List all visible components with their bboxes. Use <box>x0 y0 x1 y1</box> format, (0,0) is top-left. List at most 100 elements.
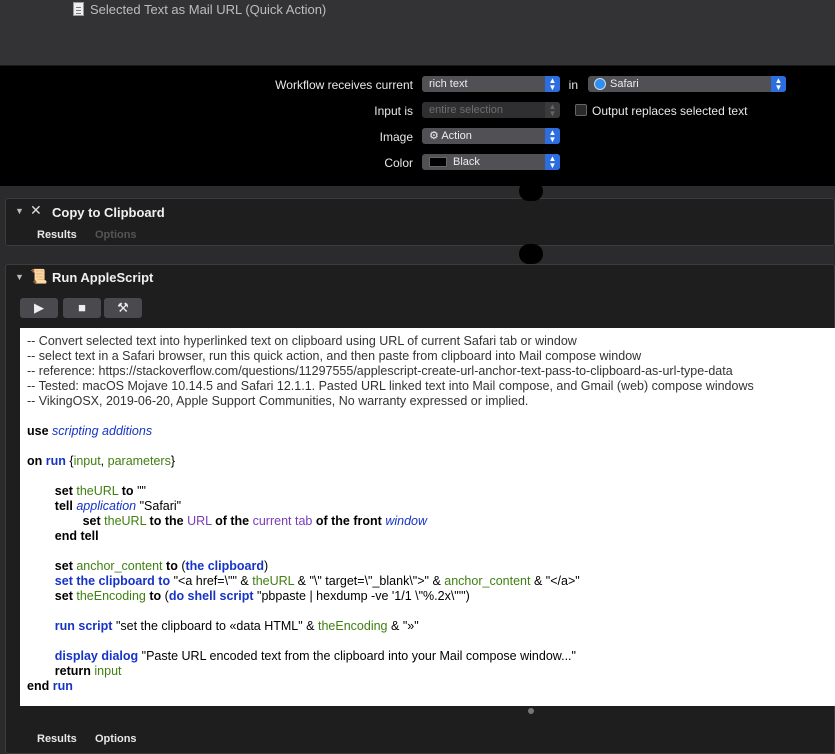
code-property: URL <box>187 514 212 528</box>
tab-options[interactable]: Options <box>95 229 137 241</box>
code-keyword: set <box>54 559 73 573</box>
code-variable: theEncoding <box>318 619 388 633</box>
code-keyword: tell <box>54 499 73 513</box>
code-string: "</a>" <box>545 574 580 588</box>
color-swatch <box>429 157 447 168</box>
code-variable: theURL <box>104 514 147 528</box>
receives-label: Workflow receives current <box>275 78 413 92</box>
popup-arrows-icon: ▲ ▼ <box>545 154 560 170</box>
code-variable: theEncoding <box>76 589 146 603</box>
code-term: scripting additions <box>52 424 153 438</box>
code-string: "set the clipboard to «data HTML" <box>115 619 303 633</box>
action-name: Copy to Clipboard <box>52 205 165 220</box>
popup-arrows-icon: ▲ ▼ <box>545 128 560 144</box>
code-operator: & <box>306 619 315 633</box>
code-variable: input <box>73 454 101 468</box>
color-value: Black <box>453 156 480 168</box>
popup-arrows-icon: ▲ ▼ <box>545 76 560 92</box>
gear-icon: ⚙ <box>429 130 442 142</box>
code-variable: theURL <box>252 574 295 588</box>
splitter-handle[interactable] <box>528 708 534 714</box>
code-comment: -- reference: https://stackoverflow.com/… <box>27 364 733 378</box>
image-value: Action <box>441 130 472 142</box>
code-keyword: end <box>54 529 78 543</box>
code-term: application <box>76 499 137 513</box>
disclosure-triangle-icon[interactable]: ▼ <box>15 206 24 216</box>
code-operator: & <box>240 574 249 588</box>
code-operator: & <box>432 574 441 588</box>
input-is-popup: entire selection ▲ ▼ <box>422 102 560 118</box>
code-comment: -- Convert selected text into hyperlinke… <box>27 334 577 348</box>
application-value: Safari <box>610 78 639 90</box>
script-editor[interactable]: -- Convert selected text into hyperlinke… <box>20 328 835 706</box>
code-comment: -- select text in a Safari browser, run … <box>27 349 642 363</box>
disclosure-triangle-icon[interactable]: ▼ <box>15 272 24 282</box>
code-operator: & <box>533 574 543 588</box>
tab-options[interactable]: Options <box>95 733 137 745</box>
code-string: "Safari" <box>139 499 182 513</box>
code-property: current tab <box>252 514 313 528</box>
code-variable: anchor_content <box>76 559 163 573</box>
script-icon: 📜 <box>30 268 48 284</box>
color-popup[interactable]: Black ▲ ▼ <box>422 154 560 170</box>
safari-icon <box>594 78 606 90</box>
code-string: "<a href=\"" <box>173 574 237 588</box>
in-label: in <box>568 78 578 92</box>
code-keyword: to the <box>149 514 184 528</box>
tab-results[interactable]: Results <box>37 733 77 745</box>
code-operator: & <box>297 574 306 588</box>
tab-results[interactable]: Results <box>37 229 77 241</box>
code-variable: theURL <box>76 484 119 498</box>
code-variable: parameters <box>107 454 171 468</box>
code-keyword: to <box>149 589 162 603</box>
code-term: window <box>385 514 427 528</box>
output-replaces-checkbox[interactable] <box>575 104 587 116</box>
code-keyword: on <box>27 454 43 468</box>
code-term: run <box>52 679 73 693</box>
image-popup[interactable]: ⚙ Action ▲ ▼ <box>422 128 560 144</box>
code-keyword: to <box>166 559 178 573</box>
code-comment: -- Tested: macOS Mojave 10.14.5 and Safa… <box>27 379 754 393</box>
stop-button[interactable]: ■ <box>63 298 101 318</box>
code-keyword: set <box>82 514 101 528</box>
popup-arrows-icon: ▲ ▼ <box>771 76 786 92</box>
action-name: Run AppleScript <box>52 270 154 285</box>
application-popup[interactable]: Safari ▲ ▼ <box>588 76 786 92</box>
output-replaces-label: Output replaces selected text <box>592 104 748 118</box>
action-connector <box>519 181 543 201</box>
code-operator: & <box>391 619 400 633</box>
code-term: display dialog <box>54 649 139 663</box>
image-label: Image <box>379 130 413 144</box>
code-term: the clipboard <box>185 559 264 573</box>
code-string: "pbpaste | hexdump -ve '1/1 \"%.2x\"'" <box>257 589 466 603</box>
code-keyword: use <box>27 424 49 438</box>
code-keyword: tell <box>80 529 99 543</box>
code-keyword: set <box>54 484 73 498</box>
code-term: run <box>45 454 66 468</box>
code-keyword: of the <box>215 514 250 528</box>
copy-to-clipboard-action[interactable]: ▼ ✕ Copy to Clipboard Results Options <box>5 198 835 246</box>
code-comment: -- VikingOSX, 2019-06-20, Apple Support … <box>27 394 529 408</box>
input-is-value: entire selection <box>429 104 503 116</box>
receives-popup[interactable]: rich text ▲ ▼ <box>422 76 560 92</box>
document-icon <box>73 2 84 16</box>
run-button[interactable]: ▶ <box>20 298 58 318</box>
receives-value: rich text <box>429 78 468 90</box>
popup-arrows-icon: ▲ ▼ <box>545 102 560 118</box>
code-string: "\" target=\"_blank\">" <box>309 574 429 588</box>
code-keyword: return <box>54 664 91 678</box>
code-string: "" <box>137 484 146 498</box>
color-label: Color <box>384 156 413 170</box>
action-connector <box>519 244 543 264</box>
window-titlebar: Selected Text as Mail URL (Quick Action) <box>0 0 835 66</box>
code-keyword: to <box>121 484 134 498</box>
code-string: "»" <box>402 619 419 633</box>
clipboard-tools-icon: ✕ <box>30 202 42 218</box>
window-title: Selected Text as Mail URL (Quick Action) <box>90 2 327 17</box>
compile-button[interactable]: ⚒ <box>104 298 142 318</box>
code-term: run script <box>54 619 113 633</box>
code-keyword: end <box>27 679 50 693</box>
code-string: "Paste URL encoded text from the clipboa… <box>141 649 576 663</box>
input-is-label: Input is <box>374 104 413 118</box>
code-term: do shell script <box>168 589 254 603</box>
